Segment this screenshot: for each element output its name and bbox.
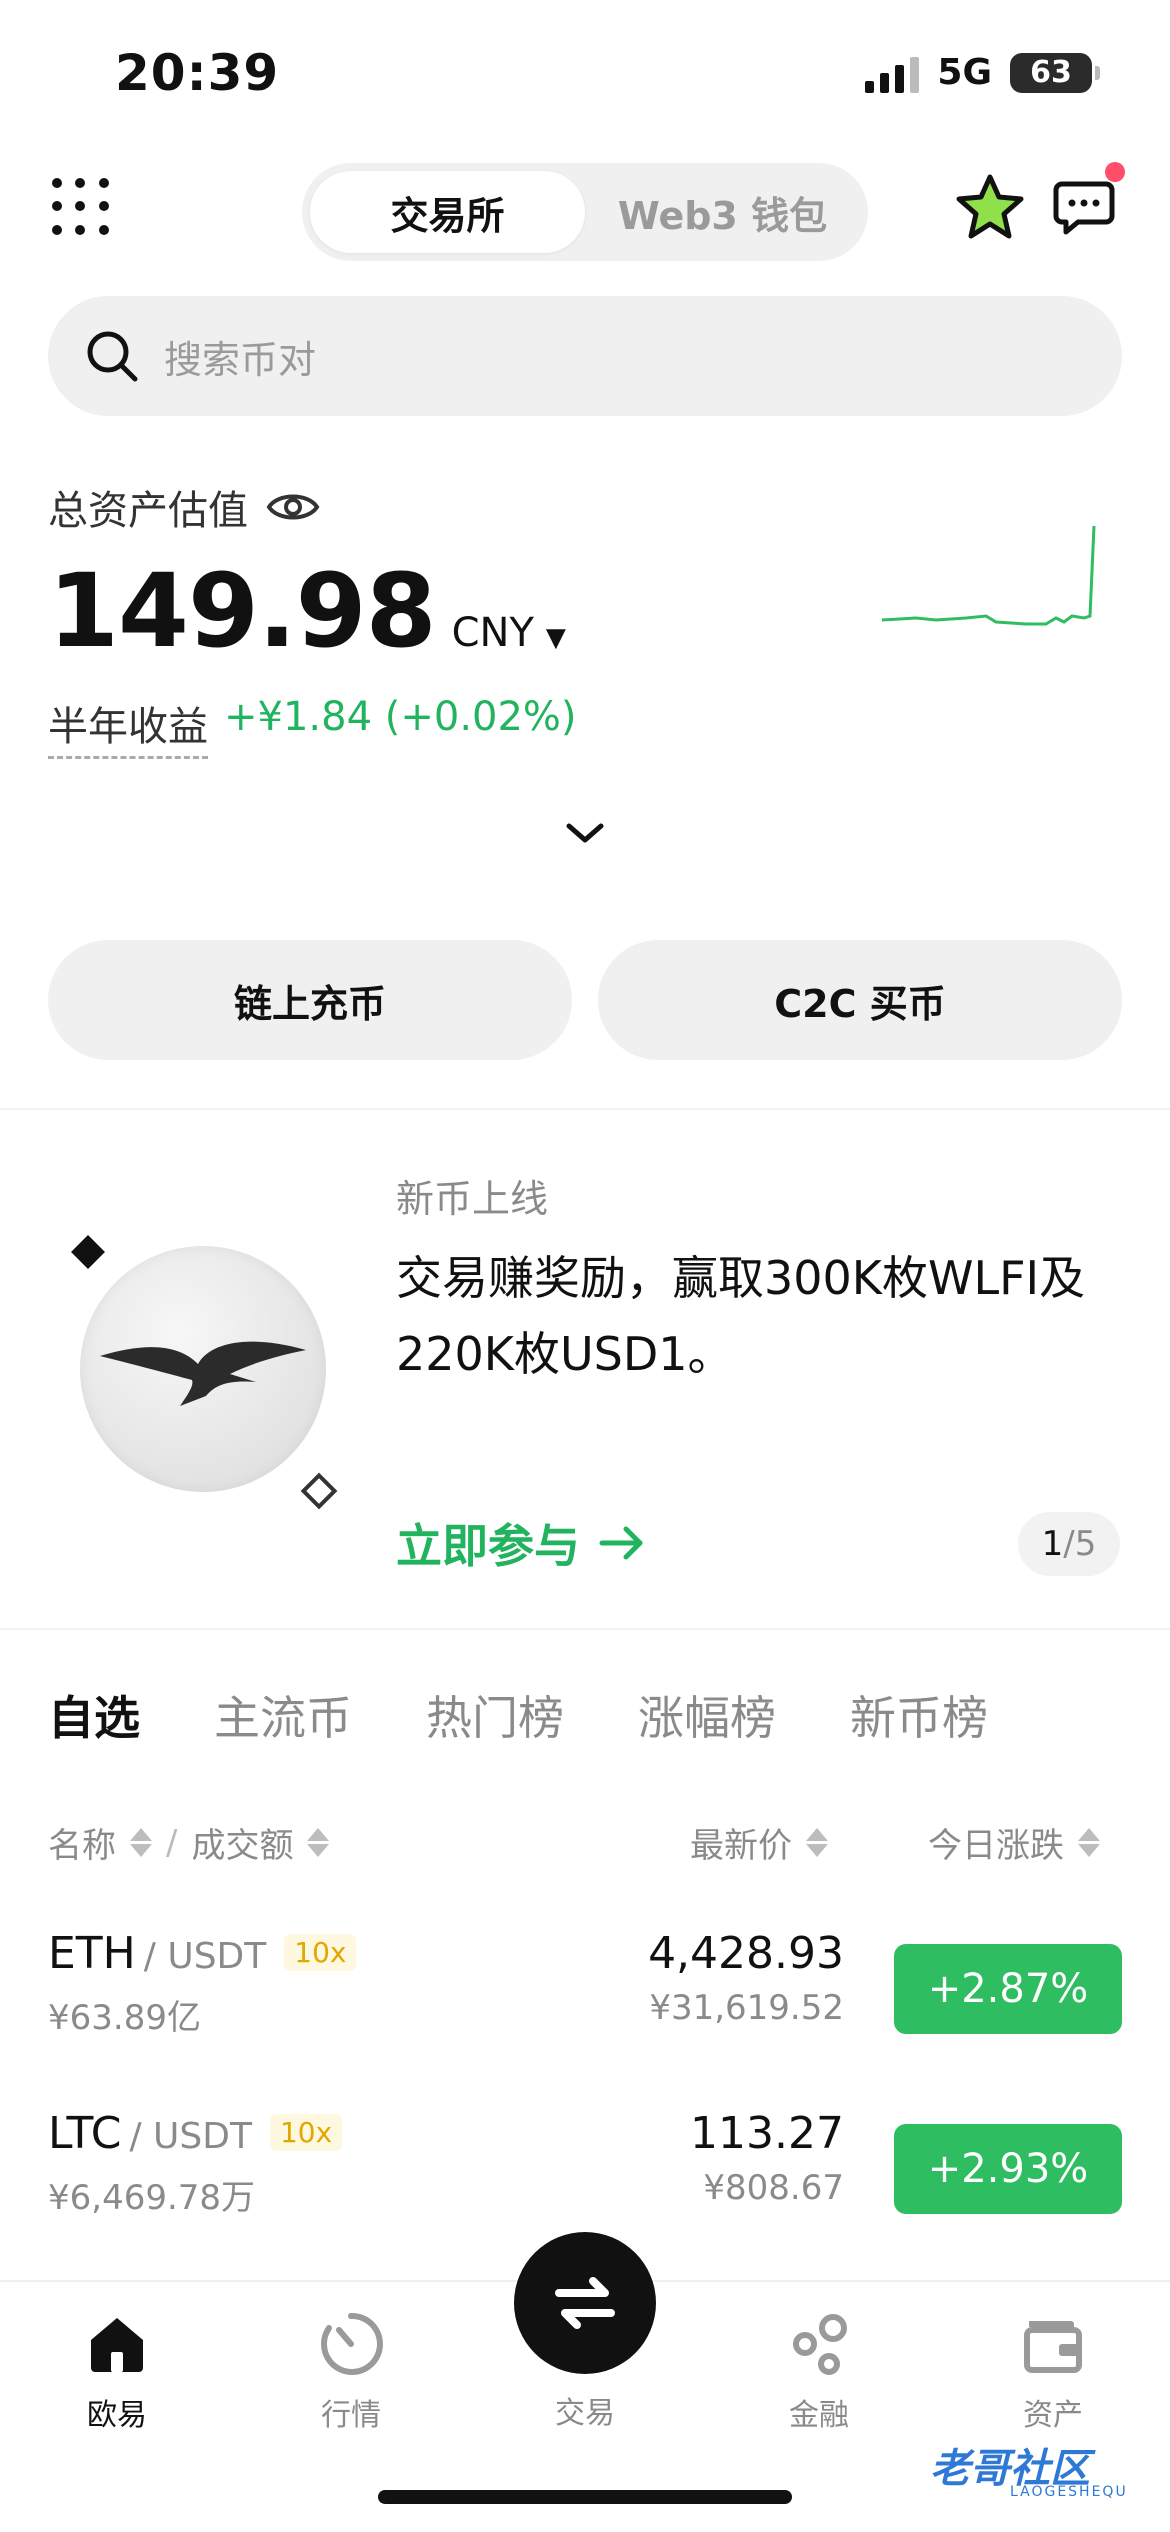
market-clock-icon (320, 2312, 383, 2375)
onchain-deposit-button[interactable]: 链上充币 (48, 940, 572, 1060)
battery-icon: 63 (1010, 52, 1100, 93)
signal-icon (865, 53, 920, 93)
mode-switcher: 交易所 Web3 钱包 (302, 163, 868, 261)
pair-quote: / USDT (129, 2116, 252, 2157)
banner-tag: 新币上线 (396, 1177, 549, 1221)
cta-label: 立即参与 (396, 1519, 580, 1573)
banner-eagle-logo[interactable] (80, 1246, 326, 1492)
home-indicator (378, 2490, 792, 2504)
search-bar[interactable]: 搜索币对 (48, 296, 1122, 416)
search-icon (87, 331, 138, 382)
search-placeholder: 搜索币对 (164, 337, 317, 382)
banner-title[interactable]: 交易赚奖励，赢取300K枚WLFI及220K枚USD1。 (396, 1240, 1116, 1392)
nav-home[interactable]: 欧易 (42, 2308, 192, 2434)
pair-name: LTC / USDT 10x (48, 2108, 343, 2159)
col-sep: / (166, 1822, 178, 1863)
banner-pager: 1/5 (1018, 1512, 1120, 1576)
sort-icon (1078, 1828, 1100, 1857)
watermark-subtext: LAOGESHEQU (1010, 2484, 1128, 2500)
pair-volume: ¥63.89亿 (48, 1998, 201, 2038)
pair-volume: ¥6,469.78万 (48, 2178, 256, 2218)
pair-base: LTC (48, 2108, 122, 2159)
half-year-pnl: 半年收益 +¥1.84 (+0.02%) (48, 694, 577, 759)
tab-exchange[interactable]: 交易所 (310, 171, 585, 253)
nav-label: 欧易 (87, 2398, 147, 2433)
nav-label: 资产 (1023, 2398, 1083, 2433)
sort-icon (806, 1828, 828, 1857)
status-bar: 20:39 5G 63 (0, 0, 1170, 150)
pager-total: /5 (1063, 1524, 1097, 1564)
tab-mainstream[interactable]: 主流币 (214, 1682, 352, 1748)
home-icon (91, 2318, 143, 2372)
eye-icon[interactable] (266, 489, 320, 525)
last-price: 4,428.93 (648, 1928, 844, 1979)
pair-quote: / USDT (143, 1936, 267, 1977)
col-price: 最新价 (690, 1826, 792, 1866)
nav-assets[interactable]: 资产 (978, 2308, 1128, 2434)
col-change: 今日涨跌 (928, 1826, 1064, 1866)
notification-badge (1105, 162, 1125, 182)
last-price-cny: ¥31,619.52 (649, 1988, 844, 2028)
tab-watchlist[interactable]: 自选 (48, 1682, 140, 1748)
swap-icon (555, 2277, 615, 2329)
market-tabs: 自选 主流币 热门榜 涨幅榜 新币榜 (48, 1682, 988, 1748)
c2c-buy-button[interactable]: C2C 买币 (598, 940, 1122, 1060)
status-indicators: 5G 63 (865, 52, 1100, 93)
market-column-headers: 名称 / 成交额 最新价 今日涨跌 (48, 1818, 1122, 1868)
sort-change-header[interactable]: 今日涨跌 (928, 1818, 1100, 1867)
join-now-link[interactable]: 立即参与 (396, 1510, 646, 1576)
divider (0, 1628, 1170, 1630)
leverage-badge: 10x (284, 1934, 357, 1971)
leverage-badge: 10x (269, 2114, 343, 2151)
tab-gainers[interactable]: 涨幅榜 (638, 1682, 776, 1748)
assets-amount: 149.98 (48, 552, 437, 671)
tab-hot[interactable]: 热门榜 (426, 1682, 564, 1748)
col-name: 名称 (48, 1826, 116, 1866)
assets-sparkline (881, 525, 1096, 626)
nav-trade-label: 交易 (555, 2396, 615, 2431)
pair-base: ETH (48, 1928, 136, 1979)
change-badge[interactable]: +2.87% (894, 1944, 1122, 2034)
total-assets-text: 总资产估值 (48, 488, 248, 534)
col-volume: 成交额 (191, 1826, 294, 1866)
total-assets-value: 149.98 CNY ▼ (48, 552, 566, 671)
market-row[interactable]: LTC / USDT 10x ¥6,469.78万 113.27 ¥808.67… (48, 2108, 1122, 2218)
quick-actions: 链上充币 C2C 买币 (48, 940, 1122, 1060)
tab-new-listings[interactable]: 新币榜 (850, 1682, 988, 1748)
arrow-right-icon (599, 1526, 643, 1560)
apps-grid-icon[interactable] (52, 178, 112, 238)
battery-level: 63 (1030, 55, 1072, 90)
status-time: 20:39 (115, 44, 280, 102)
nav-label: 行情 (321, 2398, 381, 2433)
nav-label: 金融 (789, 2398, 849, 2433)
nav-market[interactable]: 行情 (276, 2308, 426, 2434)
trade-button[interactable] (514, 2232, 656, 2374)
caret-down-icon[interactable]: ▼ (546, 623, 566, 653)
nav-finance[interactable]: 金融 (744, 2308, 894, 2434)
pnl-label[interactable]: 半年收益 (48, 694, 208, 759)
finance-nodes-icon (793, 2314, 847, 2375)
change-badge[interactable]: +2.93% (894, 2124, 1122, 2214)
sort-icon (307, 1828, 330, 1857)
pnl-value: +¥1.84 (+0.02%) (224, 694, 577, 740)
last-price: 113.27 (690, 2108, 844, 2159)
star-icon[interactable] (955, 172, 1025, 242)
divider (0, 1108, 1170, 1110)
pair-name: ETH / USDT 10x (48, 1928, 357, 1979)
sort-name-header[interactable]: 名称 / 成交额 (48, 1818, 330, 1867)
sort-price-header[interactable]: 最新价 (690, 1818, 828, 1867)
eagle-icon (100, 1341, 306, 1406)
last-price-cny: ¥808.67 (703, 2168, 844, 2208)
total-assets-label: 总资产估值 (48, 478, 320, 536)
pager-current: 1 (1041, 1524, 1064, 1564)
chat-bubble-icon[interactable] (1052, 178, 1116, 238)
top-header: 交易所 Web3 钱包 (0, 160, 1170, 270)
network-type: 5G (937, 52, 992, 93)
market-row[interactable]: ETH / USDT 10x ¥63.89亿 4,428.93 ¥31,619.… (48, 1928, 1122, 2038)
sort-icon (130, 1828, 152, 1857)
tab-web3-wallet[interactable]: Web3 钱包 (585, 171, 860, 253)
currency-selector[interactable]: CNY (452, 610, 534, 656)
wallet-icon (1024, 2321, 1082, 2373)
chevron-down-icon[interactable] (563, 818, 607, 848)
